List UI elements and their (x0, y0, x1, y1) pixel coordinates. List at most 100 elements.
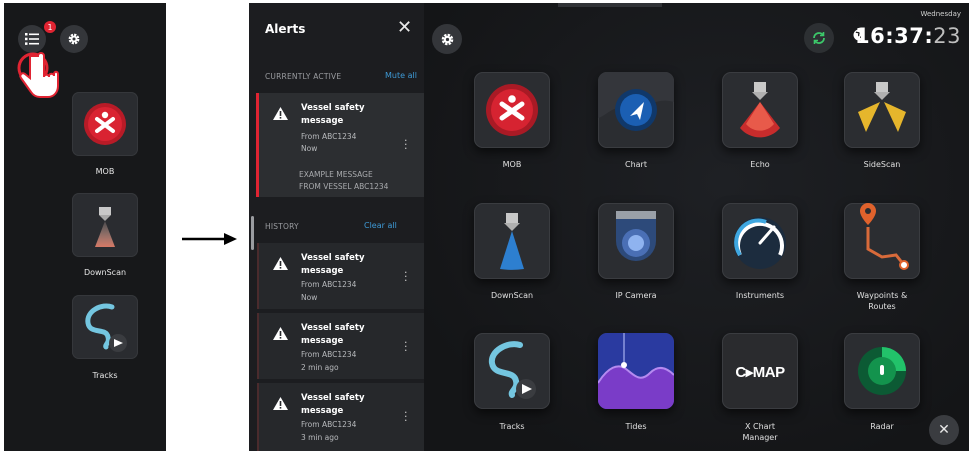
history-alert-card[interactable]: Vessel safety message From ABC1234 2 min… (257, 313, 426, 379)
panel-resize-handle[interactable] (251, 216, 254, 250)
clear-all-link[interactable]: Clear all (364, 221, 397, 230)
alert-time: Now (301, 144, 318, 153)
warning-icon (273, 107, 288, 120)
alert-from: From ABC1234 (301, 132, 357, 141)
warning-icon (273, 257, 288, 270)
history-alert-card[interactable]: Vessel safety message From ABC1234 Now ·… (257, 243, 426, 309)
mob-icon (84, 103, 126, 145)
home-screen: Wednesday 16:37:23 MOB Chart Echo SideSc… (424, 3, 969, 451)
transition-arrow (182, 233, 237, 245)
alert-more-button[interactable]: · · · (404, 337, 408, 356)
alert-title: Vessel safety message (301, 393, 365, 416)
waypoint-route-icon (860, 203, 909, 270)
app-label: Radar (870, 422, 894, 431)
app-label: Instruments (735, 291, 785, 300)
gear-icon (68, 33, 80, 45)
clock-day: Wednesday (920, 10, 961, 18)
gauge-icon (734, 217, 786, 269)
settings-button[interactable] (60, 25, 88, 53)
app-label: Chart (625, 160, 647, 169)
alert-message-line: FROM VESSEL ABC1234 (299, 182, 389, 191)
alert-time: 2 min ago (301, 363, 339, 372)
app-label: Echo (750, 160, 770, 169)
list-icon (25, 33, 39, 45)
close-icon: ✕ (397, 17, 413, 38)
alerts-title: Alerts (265, 22, 306, 36)
app-tile-tracks[interactable] (474, 333, 550, 409)
app-tile-radar[interactable] (844, 333, 920, 409)
app-tile-echo[interactable] (722, 72, 798, 148)
app-label: Tracks (499, 422, 525, 431)
app-tile-sidescan[interactable] (844, 72, 920, 148)
alert-count-badge: 1 (44, 21, 56, 33)
tides-icon (598, 333, 674, 409)
left-tile-mob[interactable] (72, 92, 138, 156)
pointing-hand-icon (17, 52, 59, 98)
close-alerts-button[interactable]: ✕ (397, 17, 412, 38)
radar-icon (858, 347, 906, 395)
alert-more-button[interactable]: · · · (404, 135, 408, 154)
left-tile-label: Tracks (92, 371, 118, 380)
app-label: MOB (502, 160, 522, 169)
alert-more-button[interactable]: · · · (404, 267, 408, 286)
warning-icon (273, 327, 288, 340)
app-tile-mob[interactable] (474, 72, 550, 148)
alert-from: From ABC1234 (301, 280, 357, 289)
top-pull-tab[interactable] (558, 3, 662, 7)
mob-icon (486, 84, 538, 136)
left-home-panel: 1 MOB DownScan Tracks (4, 3, 166, 451)
camera-icon (616, 211, 656, 261)
app-label: Tides (625, 422, 647, 431)
app-label-line2: Routes (868, 302, 896, 311)
clock-hour-minute: 16:37: (855, 24, 934, 48)
alert-from: From ABC1234 (301, 420, 357, 429)
close-home-button[interactable]: ✕ (929, 415, 959, 445)
alert-message-line: EXAMPLE MESSAGE (299, 170, 373, 179)
app-label: Waypoints & (856, 291, 908, 300)
close-icon: ✕ (938, 422, 950, 438)
alerts-list-button[interactable] (18, 25, 46, 53)
alert-title: Vessel safety message (301, 103, 365, 126)
left-tile-downscan[interactable] (72, 193, 138, 257)
alert-from: From ABC1234 (301, 350, 357, 359)
app-tile-waypoints[interactable] (844, 203, 920, 279)
cmap-logo: C▸MAP (735, 364, 785, 381)
currently-active-label: CURRENTLY ACTIVE (265, 72, 342, 81)
app-tile-instruments[interactable] (722, 203, 798, 279)
alert-title: Vessel safety message (301, 253, 365, 276)
tracks-icon (488, 341, 536, 399)
app-tile-chart[interactable] (598, 72, 674, 148)
app-label: IP Camera (615, 291, 657, 300)
clock-time: 16:37:23 (855, 24, 961, 48)
alert-title: Vessel safety message (301, 323, 365, 346)
app-tile-downscan[interactable] (474, 203, 550, 279)
tracks-icon (85, 303, 127, 352)
settings-button[interactable] (432, 24, 462, 54)
app-label: DownScan (490, 291, 534, 300)
app-label: X Chart (744, 422, 775, 431)
left-tile-label: MOB (95, 167, 115, 176)
active-alert-card[interactable]: Vessel safety message From ABC1234 Now ·… (256, 93, 426, 197)
chart-icon (598, 72, 674, 131)
history-alert-card[interactable]: Vessel safety message From ABC1234 3 min… (257, 383, 426, 451)
sidescan-icon (858, 82, 906, 132)
left-tile-tracks[interactable] (72, 295, 138, 359)
warning-icon (273, 397, 288, 410)
alerts-panel: Alerts ✕ CURRENTLY ACTIVE Mute all Vesse… (249, 3, 426, 451)
downscan-icon (95, 207, 115, 247)
sync-button[interactable] (804, 23, 834, 53)
sync-icon (813, 32, 825, 44)
alert-more-button[interactable]: · · · (404, 407, 408, 426)
app-label: SideScan (863, 160, 901, 169)
mute-all-link[interactable]: Mute all (385, 71, 417, 80)
left-tile-label: DownScan (83, 268, 127, 277)
clock-seconds: 23 (933, 24, 961, 48)
downscan-icon (500, 213, 524, 270)
echo-icon (740, 82, 780, 138)
app-label-line2: Manager (742, 433, 778, 442)
gear-icon (441, 33, 453, 45)
app-tile-tides[interactable] (598, 333, 674, 409)
app-tile-x-chart-manager[interactable]: C▸MAP (722, 333, 798, 409)
app-tile-ip-camera[interactable] (598, 203, 674, 279)
alert-time: 3 min ago (301, 433, 339, 442)
